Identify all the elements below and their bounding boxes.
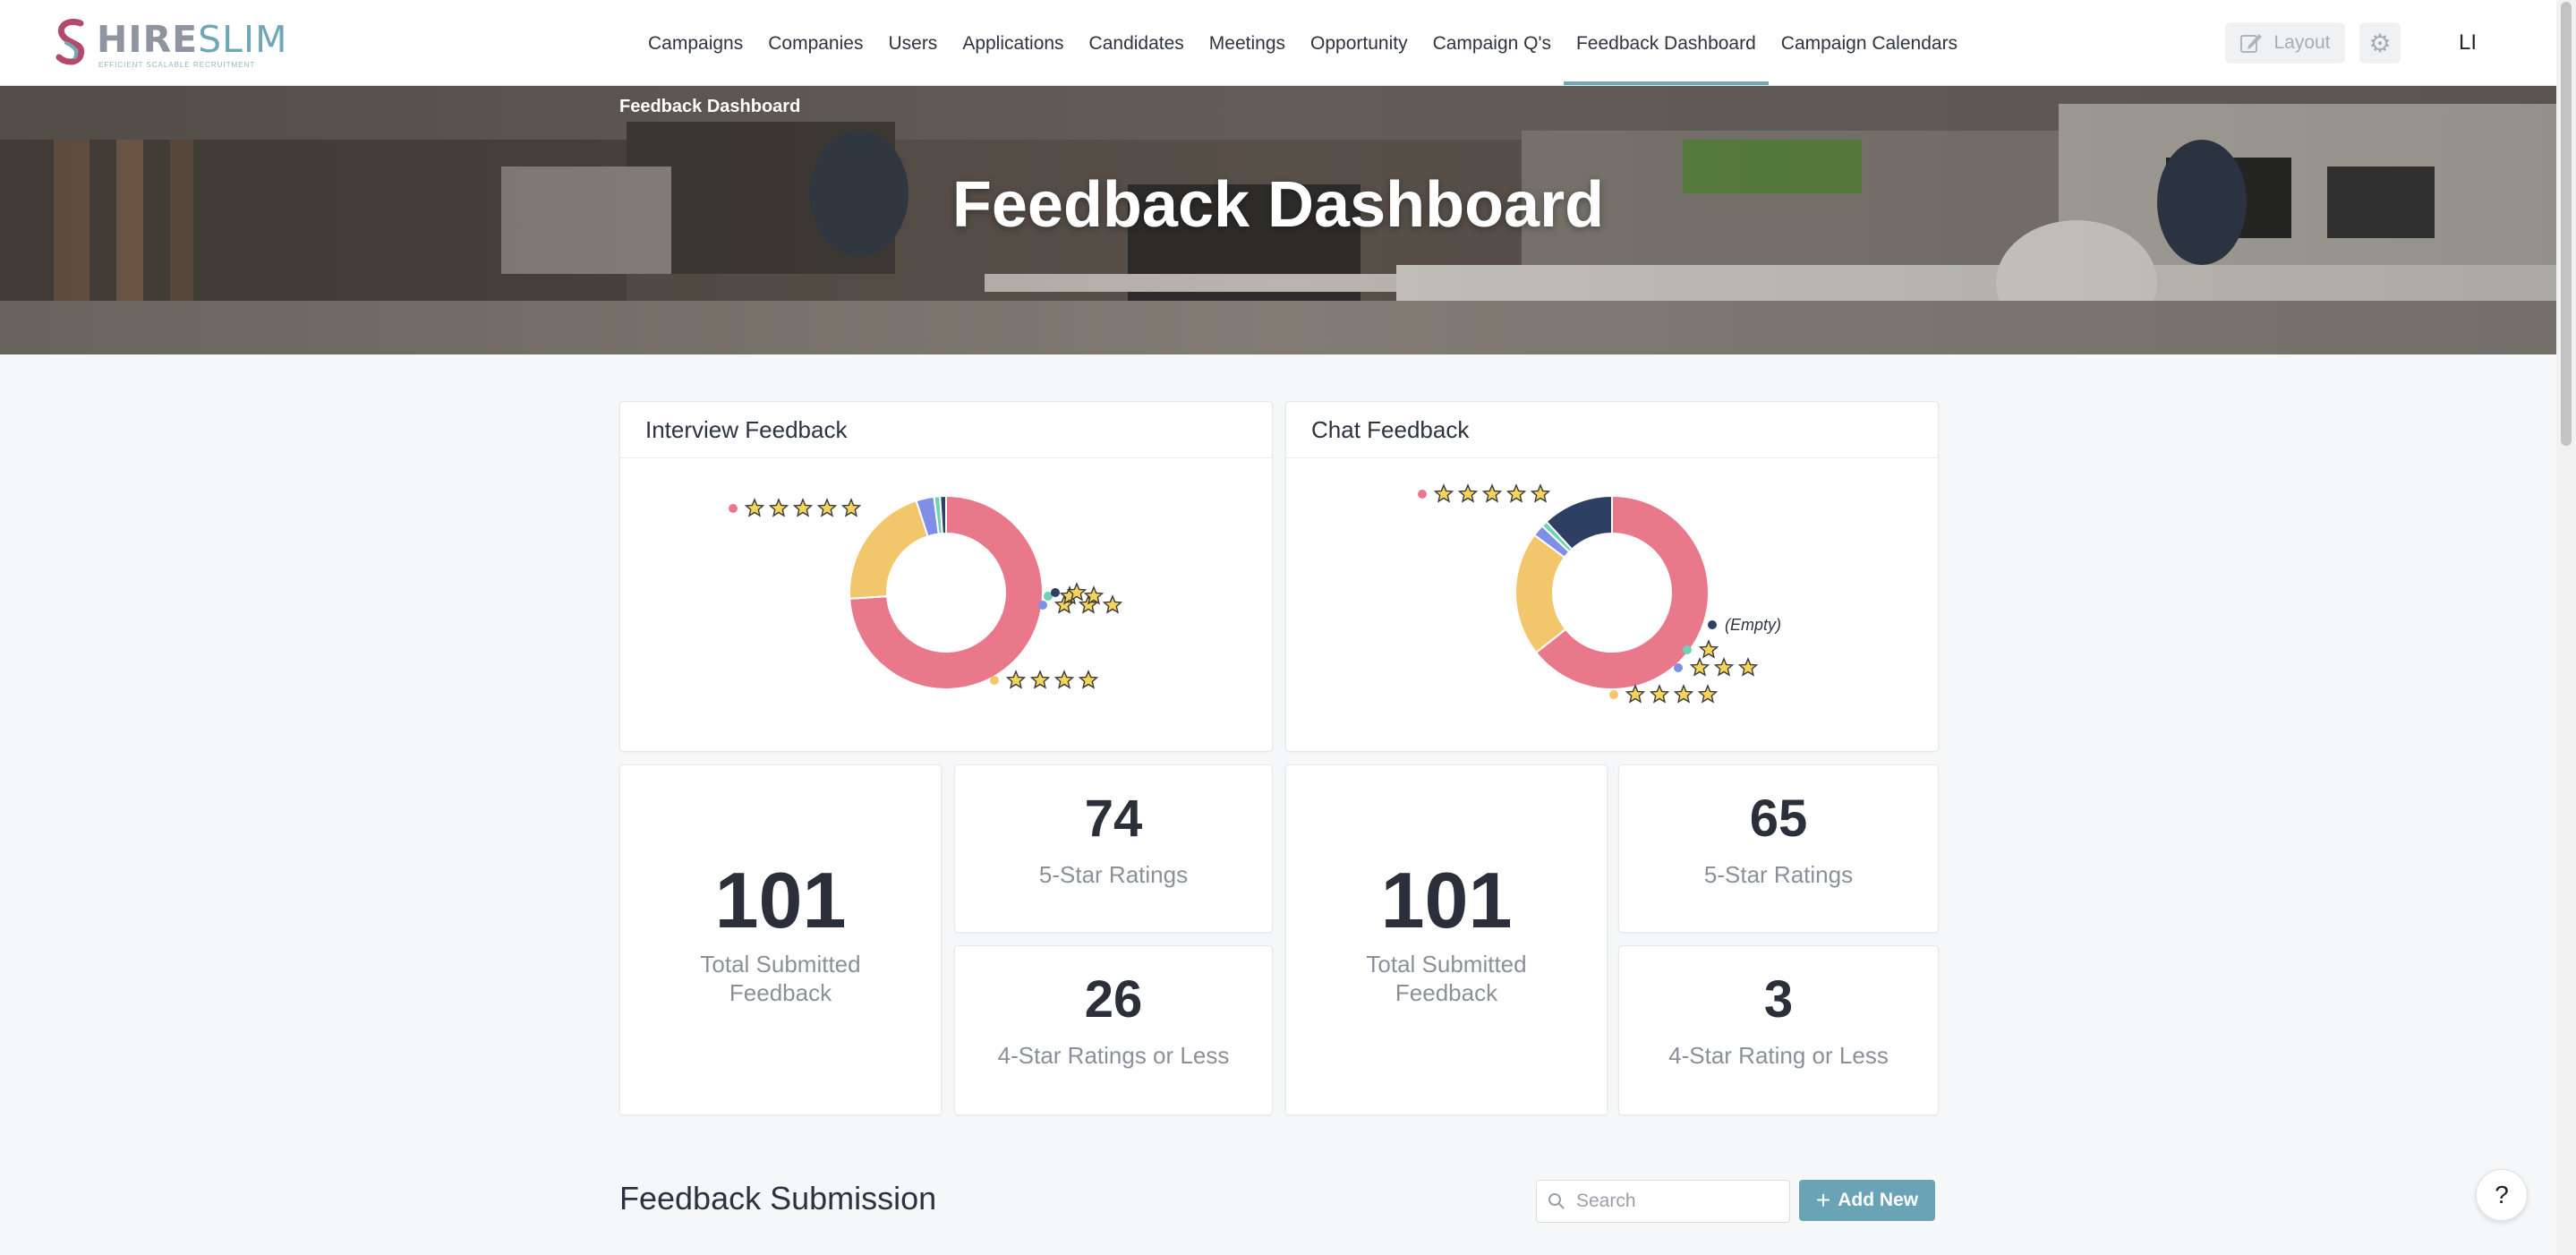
star-icon — [1457, 483, 1479, 503]
star-icon — [1713, 657, 1735, 677]
interview-total-value: 101 — [714, 856, 847, 944]
logo-wordmark-slim: SLIM — [198, 18, 288, 61]
interview-total-card: 101 Total Submitted Feedback — [619, 764, 942, 1115]
chart-label-5 — [1418, 483, 1551, 503]
interview-five-star-card: 74 5-Star Ratings — [954, 764, 1273, 933]
donut-slice-4[interactable] — [849, 499, 929, 600]
nav-feedback-dashboard[interactable]: Feedback Dashboard — [1563, 0, 1769, 85]
star-icon — [1433, 483, 1454, 503]
star-icon — [792, 498, 814, 517]
hireslim-logo[interactable]: HIRESLIM EFFICIENT SCALABLE RECRUITMENT — [54, 14, 286, 69]
interview-four-or-less-card: 26 4-Star Ratings or Less — [954, 945, 1273, 1115]
nav-meetings[interactable]: Meetings — [1197, 0, 1298, 85]
interview-feedback-card: Interview Feedback — [619, 401, 1273, 752]
star-icon — [1697, 684, 1719, 704]
star-icon — [1506, 483, 1527, 503]
star-icon — [840, 498, 862, 517]
star-icon — [1698, 639, 1719, 659]
nav-applications[interactable]: Applications — [950, 0, 1076, 85]
star-icon — [1029, 670, 1051, 689]
interview-feedback-title: Interview Feedback — [620, 402, 1272, 458]
nav-candidates[interactable]: Candidates — [1077, 0, 1197, 85]
chat-four-or-less-label: 4-Star Rating or Less — [1668, 1042, 1889, 1069]
star-icon — [816, 498, 838, 517]
interview-feedback-donut-chart[interactable] — [620, 458, 1272, 750]
chart-label-4 — [990, 670, 1099, 689]
chat-feedback-card: Chat Feedback (Empty) — [1285, 401, 1939, 752]
logo-wordmark: HIRESLIM — [97, 18, 288, 61]
chat-five-star-value: 65 — [1749, 790, 1808, 848]
chat-feedback-title: Chat Feedback — [1286, 402, 1938, 458]
interview-five-star-value: 74 — [1084, 790, 1143, 848]
chart-label-empty: (Empty) — [1708, 616, 1781, 634]
main-menu: Campaigns Companies Users Applications C… — [635, 0, 1970, 85]
chat-total-label: Total Submitted Feedback — [1366, 951, 1527, 1006]
nav-campaigns[interactable]: Campaigns — [635, 0, 755, 85]
breadcrumb[interactable]: Feedback Dashboard — [619, 97, 800, 117]
page-title: Feedback Dashboard — [951, 169, 1605, 241]
star-icon — [1481, 483, 1503, 503]
search-box[interactable] — [1536, 1180, 1790, 1223]
nav-campaign-qs[interactable]: Campaign Q's — [1420, 0, 1564, 85]
chat-total-card: 101 Total Submitted Feedback — [1285, 764, 1608, 1115]
interview-four-or-less-label: 4-Star Ratings or Less — [997, 1042, 1230, 1069]
chart-label-5 — [729, 498, 862, 517]
star-icon — [1673, 684, 1694, 704]
plus-icon: + — [1815, 1186, 1831, 1214]
chart-label-3 — [1674, 657, 1759, 677]
logo-wordmark-hire: HIRE — [97, 18, 199, 61]
star-icon — [744, 498, 765, 517]
star-icon — [1005, 670, 1027, 689]
edit-icon — [2240, 34, 2263, 53]
user-avatar[interactable]: LI — [2442, 22, 2494, 64]
add-new-button[interactable]: + Add New — [1799, 1180, 1935, 1221]
search-input[interactable] — [1574, 1181, 1784, 1222]
interview-four-or-less-value: 26 — [1084, 970, 1143, 1029]
star-icon — [1078, 670, 1099, 689]
chat-total-value: 101 — [1380, 856, 1513, 944]
nav-users[interactable]: Users — [875, 0, 950, 85]
page-scrollbar[interactable] — [2556, 0, 2576, 1255]
logo-mark-icon — [55, 19, 85, 65]
interview-total-label: Total Submitted Feedback — [700, 951, 861, 1006]
star-icon — [768, 498, 789, 517]
chat-feedback-donut-chart[interactable]: (Empty) — [1286, 458, 1938, 750]
logo-tagline: EFFICIENT SCALABLE RECRUITMENT — [98, 61, 256, 69]
interview-five-star-label: 5-Star Ratings — [1038, 861, 1189, 888]
chat-five-star-card: 65 5-Star Ratings — [1618, 764, 1939, 933]
help-button[interactable]: ? — [2476, 1169, 2528, 1221]
layout-button[interactable]: Layout — [2225, 22, 2345, 64]
feedback-submission-title: Feedback Submission — [619, 1180, 937, 1217]
star-icon — [1530, 483, 1551, 503]
nav-opportunity[interactable]: Opportunity — [1298, 0, 1420, 85]
star-icon — [1102, 594, 1123, 614]
top-navigation-bar: HIRESLIM EFFICIENT SCALABLE RECRUITMENT … — [0, 0, 2556, 86]
chat-four-or-less-card: 3 4-Star Rating or Less — [1618, 945, 1939, 1115]
layout-button-label: Layout — [2273, 32, 2331, 53]
settings-button[interactable]: ⚙ — [2359, 22, 2401, 64]
star-icon — [1737, 657, 1759, 677]
star-icon — [1649, 684, 1670, 704]
gear-icon: ⚙ — [2368, 29, 2392, 57]
add-new-label: Add New — [1838, 1190, 1919, 1210]
nav-campaign-calendars[interactable]: Campaign Calendars — [1769, 0, 1970, 85]
scrollbar-thumb[interactable] — [2561, 2, 2572, 446]
hero-banner: Feedback Dashboard Feedback Dashboard — [0, 86, 2556, 354]
star-icon — [1053, 670, 1075, 689]
search-icon — [1548, 1193, 1565, 1209]
chat-five-star-label: 5-Star Ratings — [1703, 861, 1854, 888]
nav-companies[interactable]: Companies — [755, 0, 875, 85]
chat-four-or-less-value: 3 — [1763, 970, 1794, 1029]
star-icon — [1689, 657, 1710, 677]
chart-label-empty-text: (Empty) — [1725, 616, 1781, 634]
